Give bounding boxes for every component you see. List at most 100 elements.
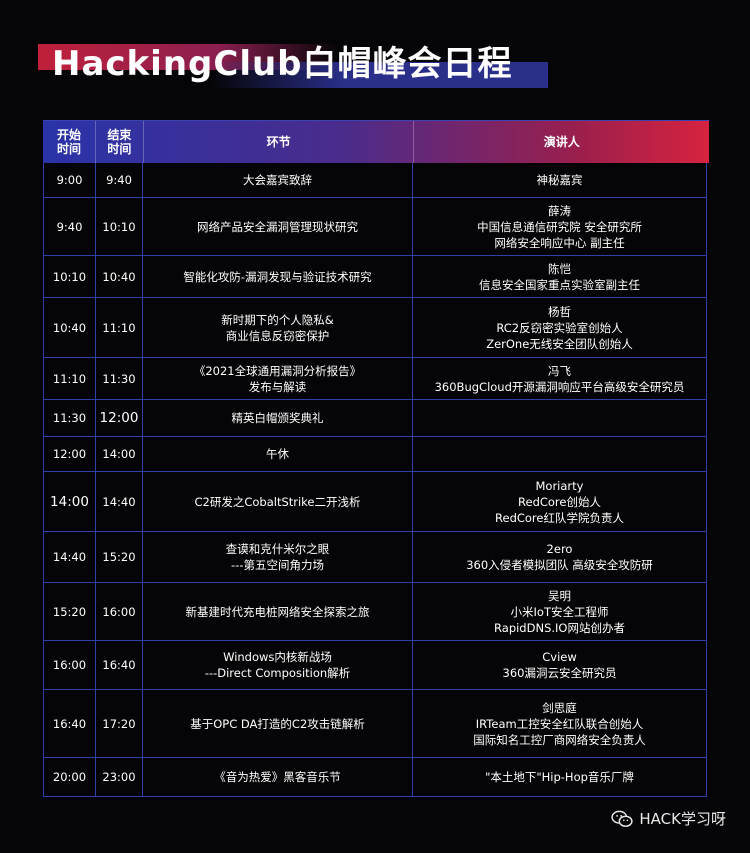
- header-speaker: 演讲人: [543, 135, 580, 149]
- session-line: 新基建时代充电桩网络安全探索之旅: [185, 604, 370, 619]
- session-line: 基于OPC DA打造的C2攻击链解析: [190, 716, 365, 731]
- title-banner: HackingClub白帽峰会日程: [0, 0, 750, 110]
- start-time-cell: 16:40: [44, 690, 96, 757]
- speaker-name: Cview: [542, 650, 577, 664]
- table-row: 14:00 14:40 C2研发之CobaltStrike二开浅析 Moriarty R…: [43, 472, 707, 532]
- speaker-cell: 陈恺 信息安全国家重点实验室副主任: [413, 256, 707, 297]
- speaker-title: IRTeam工控安全红队联合创始人: [475, 716, 644, 731]
- session-cell: 新基建时代充电桩网络安全探索之旅: [143, 583, 413, 640]
- session-line: ---Direct Composition解析: [204, 666, 351, 680]
- speaker-cell: 吴明 小米IoT安全工程师 RapidDNS.IO网站创办者: [413, 583, 707, 640]
- end-time: 14:40: [102, 494, 136, 509]
- start-time: 16:00: [52, 658, 87, 672]
- end-time-cell: 16:40: [96, 641, 143, 689]
- table-row: 15:20 16:00 新基建时代充电桩网络安全探索之旅 吴明 小米IoT安全工程师 Ra…: [43, 583, 707, 641]
- speaker-cell: 神秘嘉宾: [413, 163, 707, 197]
- start-time-cell: 14:40: [44, 532, 96, 582]
- session-line: 《音为热爱》黑客音乐节: [214, 770, 341, 784]
- header-end-time: 结束 时间: [96, 121, 144, 163]
- speaker-name: Moriarty: [535, 478, 584, 493]
- speaker-name: "本土地下"Hip-Hop音乐厂牌: [485, 770, 634, 784]
- start-time-cell: 15:20: [44, 583, 96, 640]
- table-row: 10:10 10:40 智能化攻防-漏洞发现与验证技术研究 陈恺 信息安全国家重点实验室…: [43, 256, 707, 298]
- table-row: 16:00 16:40 Windows内核新战场 ---Direct Composit…: [43, 641, 707, 690]
- session-line: 午休: [266, 447, 289, 461]
- start-time: 10:10: [52, 269, 87, 284]
- end-time: 12:00: [99, 410, 139, 426]
- speaker-title: 信息安全国家重点实验室副主任: [479, 277, 640, 292]
- wechat-icon: [611, 810, 634, 827]
- end-time-cell: 10:40: [96, 256, 143, 297]
- end-time: 9:40: [106, 173, 132, 187]
- table-body: 9:00 9:40 大会嘉宾致辞 神秘嘉宾 9:40 10:10 网络产品安全漏洞管理现状研…: [43, 163, 709, 797]
- session-cell: 午休: [143, 437, 413, 471]
- start-time: 11:10: [52, 371, 87, 386]
- start-time-cell: 11:10: [44, 358, 96, 399]
- speaker-cell: [413, 400, 707, 436]
- table-row: 10:40 11:10 新时期下的个人隐私& 商业信息反窃密保护 杨哲 RC2反窃密实验室…: [43, 298, 707, 358]
- session-cell: 《音为热爱》黑客音乐节: [143, 758, 413, 796]
- start-time-cell: 12:00: [44, 437, 96, 471]
- session-line: 查谟和克什米尔之眼: [225, 542, 330, 556]
- start-time: 12:00: [52, 447, 87, 461]
- table-row: 9:00 9:40 大会嘉宾致辞 神秘嘉宾: [43, 163, 707, 198]
- speaker-cell: 薛涛 中国信息通信研究院 安全研究所 网络安全响应中心 副主任: [413, 198, 707, 255]
- speaker-cell: Cview 360漏洞云安全研究员: [413, 641, 707, 689]
- session-cell: 网络产品安全漏洞管理现状研究: [143, 198, 413, 255]
- end-time: 15:20: [102, 550, 136, 564]
- session-line: 发布与解读: [248, 379, 307, 394]
- start-time: 10:40: [52, 320, 87, 335]
- end-time: 11:30: [102, 371, 136, 386]
- end-time-cell: 14:40: [96, 472, 143, 531]
- speaker-title: 中国信息通信研究院 安全研究所: [477, 219, 642, 234]
- start-time: 9:00: [56, 173, 83, 187]
- session-cell: 智能化攻防-漏洞发现与验证技术研究: [143, 256, 413, 297]
- start-time: 11:30: [52, 411, 87, 425]
- speaker-title: 360漏洞云安全研究员: [502, 666, 617, 680]
- session-line: 网络产品安全漏洞管理现状研究: [197, 219, 358, 234]
- end-time-cell: 15:20: [96, 532, 143, 582]
- start-time-cell: 20:00: [44, 758, 96, 796]
- footer-watermark: HACK学习呀: [611, 808, 726, 829]
- start-time-cell: 9:40: [44, 198, 96, 255]
- header-start-line2: 时间: [56, 142, 81, 156]
- speaker-title: RapidDNS.IO网站创办者: [494, 620, 625, 635]
- start-time: 14:00: [50, 493, 89, 510]
- end-time-cell: 12:00: [96, 400, 143, 436]
- end-time-cell: 14:00: [96, 437, 143, 471]
- start-time: 15:20: [52, 604, 87, 619]
- speaker-name: 陈恺: [548, 261, 571, 276]
- table-row: 11:30 12:00 精英白帽颁奖典礼: [43, 400, 707, 437]
- table-header: 开始 时间 结束 时间 环节 演讲人: [43, 120, 709, 163]
- start-time-cell: 10:40: [44, 298, 96, 357]
- start-time-cell: 10:10: [44, 256, 96, 297]
- header-start-time: 开始 时间: [43, 121, 96, 163]
- speaker-name: 神秘嘉宾: [536, 173, 583, 187]
- speaker-cell: Moriarty RedCore创始人 RedCore红队学院负责人: [413, 472, 707, 531]
- end-time: 17:20: [102, 716, 136, 731]
- end-time-cell: 16:00: [96, 583, 143, 640]
- end-time-cell: 10:10: [96, 198, 143, 255]
- header-start-line1: 开始: [56, 128, 81, 142]
- session-line: ---第五空间角力场: [231, 558, 324, 572]
- footer-account-name: HACK学习呀: [639, 810, 726, 828]
- end-time-cell: 17:20: [96, 690, 143, 757]
- session-cell: 精英白帽颁奖典礼: [143, 400, 413, 436]
- session-line: 智能化攻防-漏洞发现与验证技术研究: [183, 269, 372, 284]
- session-line: C2研发之CobaltStrike二开浅析: [194, 494, 361, 509]
- speaker-title: RC2反窃密实验室创始人: [496, 320, 623, 335]
- speaker-title: 国际知名工控厂商网络安全负责人: [473, 732, 646, 747]
- speaker-cell: 2ero 360入侵者模拟团队 高级安全攻防研: [413, 532, 707, 582]
- session-line: 商业信息反窃密保护: [225, 328, 330, 343]
- header-end-line1: 结束: [107, 128, 132, 142]
- session-cell: Windows内核新战场 ---Direct Composition解析: [143, 641, 413, 689]
- session-line: 《2021全球通用漏洞分析报告》: [193, 363, 362, 378]
- session-line: Windows内核新战场: [223, 650, 332, 664]
- end-time: 16:00: [102, 604, 136, 619]
- start-time: 14:40: [52, 550, 87, 564]
- speaker-cell: "本土地下"Hip-Hop音乐厂牌: [413, 758, 707, 796]
- table-row: 9:40 10:10 网络产品安全漏洞管理现状研究 薛涛 中国信息通信研究院 安全研究所…: [43, 198, 707, 256]
- speaker-title: 网络安全响应中心 副主任: [494, 235, 625, 250]
- table-row: 12:00 14:00 午休: [43, 437, 707, 472]
- start-time-cell: 9:00: [44, 163, 96, 197]
